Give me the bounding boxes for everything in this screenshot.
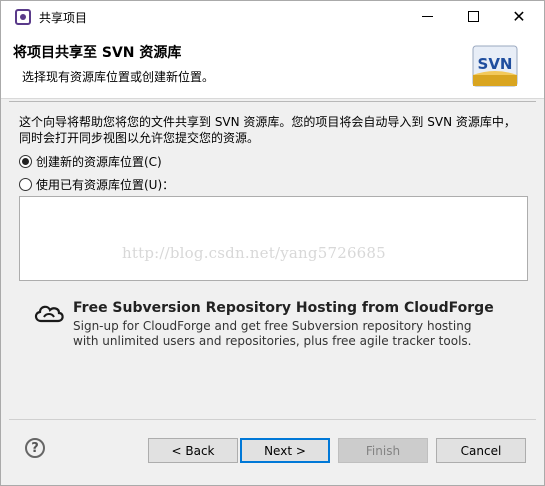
finish-button[interactable]: Finish: [338, 438, 428, 463]
help-icon: ?: [31, 440, 39, 456]
maximize-button[interactable]: [450, 1, 496, 32]
maximize-icon: [467, 11, 479, 22]
eclipse-app-icon: [15, 9, 31, 25]
repository-location-list[interactable]: [19, 196, 528, 281]
svn-logo-text: SVN: [478, 55, 513, 73]
create-location-option[interactable]: 创建新的资源库位置(C): [19, 153, 162, 170]
create-location-label: 创建新的资源库位置(C): [36, 155, 162, 169]
existing-location-option[interactable]: 使用已有资源库位置(U)：: [19, 176, 174, 193]
svn-logo-icon: SVN: [472, 45, 518, 87]
page-subtitle: 选择现有资源库位置或创建新位置。: [22, 70, 215, 84]
cloudforge-icon: [34, 305, 64, 323]
existing-location-radio[interactable]: [19, 178, 32, 191]
title-bar[interactable]: 共享项目 ✕: [1, 1, 544, 32]
existing-location-label: 使用已有资源库位置(U)：: [36, 178, 175, 192]
dialog-window: 共享项目 ✕ 将项目共享至 SVN 资源库 选择现有资源库位置或创建新位置。 S…: [0, 0, 545, 486]
minimize-button[interactable]: [404, 1, 450, 32]
description-line-1: 这个向导将帮助您将您的文件共享到 SVN 资源库。您的项目将会自动导入到 SVN…: [19, 115, 516, 129]
close-icon: ✕: [512, 6, 526, 26]
next-button[interactable]: Next >: [240, 438, 330, 463]
minimize-icon: [421, 16, 433, 17]
window-title: 共享项目: [39, 11, 88, 25]
page-title: 将项目共享至 SVN 资源库: [13, 45, 182, 61]
footer-divider: [9, 419, 536, 420]
cloudforge-line-1: Sign-up for CloudForge and get free Subv…: [73, 319, 472, 333]
wizard-description: 这个向导将帮助您将您的文件共享到 SVN 资源库。您的项目将会自动导入到 SVN…: [19, 114, 529, 146]
back-button[interactable]: < Back: [148, 438, 238, 463]
watermark-text: http://blog.csdn.net/yang5726685: [122, 244, 386, 262]
create-location-radio[interactable]: [19, 155, 32, 168]
description-line-2: 同时会打开同步视图以允许您提交您的资源。: [19, 131, 260, 145]
cloudforge-title[interactable]: Free Subversion Repository Hosting from …: [73, 300, 494, 316]
cloudforge-line-2: with unlimited users and repositories, p…: [73, 334, 472, 348]
cloudforge-description: Sign-up for CloudForge and get free Subv…: [73, 319, 471, 349]
header-divider: [9, 101, 536, 102]
help-button[interactable]: ?: [25, 438, 45, 458]
close-button[interactable]: ✕: [496, 1, 542, 32]
wizard-banner: 将项目共享至 SVN 资源库 选择现有资源库位置或创建新位置。 SVN: [1, 32, 544, 99]
cancel-button[interactable]: Cancel: [436, 438, 526, 463]
